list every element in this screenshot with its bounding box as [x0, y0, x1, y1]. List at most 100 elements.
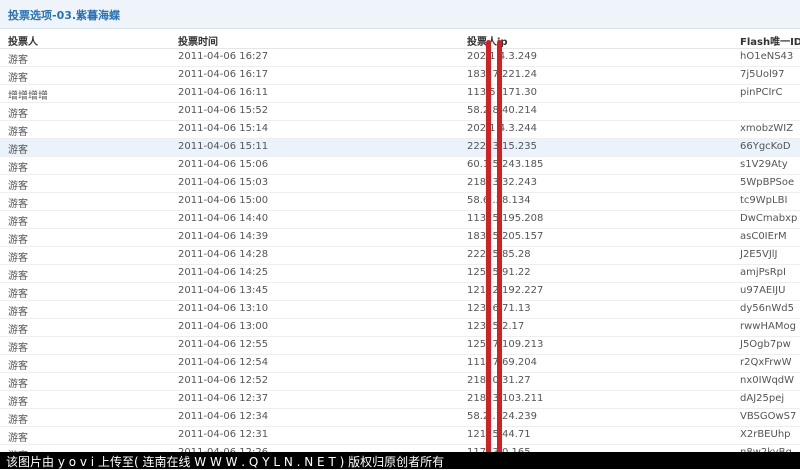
table-row: 游客 2011-04-06 16:17 183. 7.221.24 7j5Uol97: [0, 67, 800, 85]
time-cell: 2011-04-06 15:14: [178, 123, 269, 134]
time-cell: 2011-04-06 13:00: [178, 321, 269, 332]
vote-option-title-bar: 投票选项-03.紫暮海蝶: [0, 0, 800, 29]
table-row: 游客 2011-04-06 15:52 58.2 8.40.214: [0, 103, 800, 121]
table-row: 游客 2011-04-06 13:00 123. 5.2.17 rwwHAMog: [0, 319, 800, 337]
flash-id-cell: hO1eNS43: [740, 51, 794, 62]
time-cell: 2011-04-06 12:54: [178, 357, 269, 368]
ip-cell: 183. 5.205.157: [467, 231, 544, 242]
time-cell: 2011-04-06 13:45: [178, 285, 269, 296]
voter-cell: 游客: [8, 253, 28, 264]
flash-id-cell: 66YgcKoD: [740, 141, 791, 152]
voter-cell: 游客: [8, 199, 28, 210]
table-header: 投票人 投票时间 投票人ip Flash唯一ID: [0, 30, 800, 49]
time-cell: 2011-04-06 15:03: [178, 177, 269, 188]
flash-id-cell: 5WpBPSoe: [740, 177, 795, 188]
table-row: 游客 2011-04-06 14:39 183. 5.205.157 asC0IErM: [0, 229, 800, 247]
time-cell: 2011-04-06 14:40: [178, 213, 269, 224]
ip-cell: 218. 3.103.211: [467, 393, 544, 404]
header-flash-id: Flash唯一ID: [740, 37, 800, 48]
voter-cell: 游客: [8, 343, 28, 354]
time-cell: 2011-04-06 12:34: [178, 411, 269, 422]
time-cell: 2011-04-06 12:55: [178, 339, 269, 350]
flash-id-cell: nx0IWqdW: [740, 375, 795, 386]
time-cell: 2011-04-06 15:52: [178, 105, 269, 116]
voter-cell: 游客: [8, 415, 28, 426]
voter-cell: 游客: [8, 397, 28, 408]
table-row: 游客 2011-04-06 12:37 218. 3.103.211 dAJ25pej: [0, 391, 800, 409]
flash-id-cell: dAJ25pej: [740, 393, 785, 404]
flash-id-cell: tc9WpLBI: [740, 195, 788, 206]
flash-id-cell: u97AEIJU: [740, 285, 786, 296]
flash-id-cell: J2E5VJlJ: [740, 249, 778, 260]
time-cell: 2011-04-06 13:10: [178, 303, 269, 314]
table-row: 游客 2011-04-06 13:10 123. 6.71.13 dy56nWd5: [0, 301, 800, 319]
table-row: 游客 2011-04-06 14:40 113. 5.195.208 DwCmabxp: [0, 211, 800, 229]
header-time: 投票时间: [178, 37, 218, 48]
table-row: 游客 2011-04-06 16:27 202.1 4.3.249 hO1eNS43: [0, 49, 800, 67]
flash-id-cell: dy56nWd5: [740, 303, 794, 314]
ip-cell: 123. 5.2.17: [467, 321, 525, 332]
flash-id-cell: J5Ogb7pw: [740, 339, 791, 350]
voter-cell: 游客: [8, 163, 28, 174]
watermark-footer: 该图片由 y o v i 上传至( 连南在线 W W W . Q Y L N .…: [0, 452, 800, 469]
flash-id-cell: r2QxFrwW: [740, 357, 792, 368]
time-cell: 2011-04-06 15:00: [178, 195, 269, 206]
table-row: 游客 2011-04-06 14:28 222. 5.85.28 J2E5VJlJ: [0, 247, 800, 265]
ip-cell: 113. 5.195.208: [467, 213, 544, 224]
time-cell: 2011-04-06 14:28: [178, 249, 269, 260]
red-annotation-line-right: [497, 40, 502, 460]
table-row: 游客 2011-04-06 15:00 58.6 .38.134 tc9WpLBI: [0, 193, 800, 211]
voter-cell: 游客: [8, 217, 28, 228]
time-cell: 2011-04-06 14:25: [178, 267, 269, 278]
time-cell: 2011-04-06 12:31: [178, 429, 269, 440]
voter-cell: 游客: [8, 325, 28, 336]
table-row: 游客 2011-04-06 15:11 222. 3.15.235 66YgcKoD: [0, 139, 800, 157]
page-title: 投票选项-03.紫暮海蝶: [8, 9, 121, 22]
voter-cell: 增增增增: [8, 91, 48, 102]
time-cell: 2011-04-06 16:17: [178, 69, 269, 80]
flash-id-cell: pinPCIrC: [740, 87, 783, 98]
voter-cell: 游客: [8, 289, 28, 300]
ip-cell: 60.1 5.243.185: [467, 159, 544, 170]
flash-id-cell: VBSGOwS7: [740, 411, 797, 422]
ip-cell: 125. 7.109.213: [467, 339, 544, 350]
table-row: 游客 2011-04-06 15:14 202.1 4.3.244 xmobzWIZ: [0, 121, 800, 139]
time-cell: 2011-04-06 15:06: [178, 159, 269, 170]
table-row: 游客 2011-04-06 13:45 121. 2.192.227 u97AEIJU: [0, 283, 800, 301]
header-voter: 投票人: [8, 37, 38, 48]
table-row: 游客 2011-04-06 15:03 218. 3.32.243 5WpBPSoe: [0, 175, 800, 193]
voter-cell: 游客: [8, 379, 28, 390]
voter-cell: 游客: [8, 181, 28, 192]
voter-cell: 游客: [8, 235, 28, 246]
voter-cell: 游客: [8, 73, 28, 84]
table-row: 游客 2011-04-06 12:55 125. 7.109.213 J5Ogb7pw: [0, 337, 800, 355]
flash-id-cell: DwCmabxp: [740, 213, 798, 224]
watermark-text: 该图片由 y o v i 上传至( 连南在线 W W W . Q Y L N .…: [6, 455, 445, 469]
flash-id-cell: amjPsRpI: [740, 267, 786, 278]
table-row: 游客 2011-04-06 15:06 60.1 5.243.185 s1V29Aty: [0, 157, 800, 175]
red-annotation-line-left: [486, 40, 491, 460]
vote-records-table: 游客 2011-04-06 16:27 202.1 4.3.249 hO1eNS43 游…: [0, 49, 800, 463]
voter-cell: 游客: [8, 433, 28, 444]
flash-id-cell: 7j5Uol97: [740, 69, 785, 80]
voter-cell: 游客: [8, 307, 28, 318]
flash-id-cell: rwwHAMog: [740, 321, 796, 332]
voter-cell: 游客: [8, 361, 28, 372]
time-cell: 2011-04-06 12:52: [178, 375, 269, 386]
table-row: 游客 2011-04-06 12:31 121. 5.44.71 X2rBEUhp: [0, 427, 800, 445]
table-row: 增增增增 2011-04-06 16:11 113.5 .171.30 pinPCIr…: [0, 85, 800, 103]
table-row: 游客 2011-04-06 12:52 218. 0.31.27 nx0IWqdW: [0, 373, 800, 391]
time-cell: 2011-04-06 16:27: [178, 51, 269, 62]
time-cell: 2011-04-06 12:37: [178, 393, 269, 404]
voter-cell: 游客: [8, 55, 28, 66]
time-cell: 2011-04-06 15:11: [178, 141, 269, 152]
flash-id-cell: X2rBEUhp: [740, 429, 791, 440]
voter-cell: 游客: [8, 109, 28, 120]
ip-cell: 121. 2.192.227: [467, 285, 544, 296]
voter-cell: 游客: [8, 271, 28, 282]
time-cell: 2011-04-06 14:39: [178, 231, 269, 242]
table-row: 游客 2011-04-06 12:34 58.2 .124.239 VBSGOwS7: [0, 409, 800, 427]
flash-id-cell: asC0IErM: [740, 231, 787, 242]
flash-id-cell: xmobzWIZ: [740, 123, 794, 134]
voter-cell: 游客: [8, 127, 28, 138]
